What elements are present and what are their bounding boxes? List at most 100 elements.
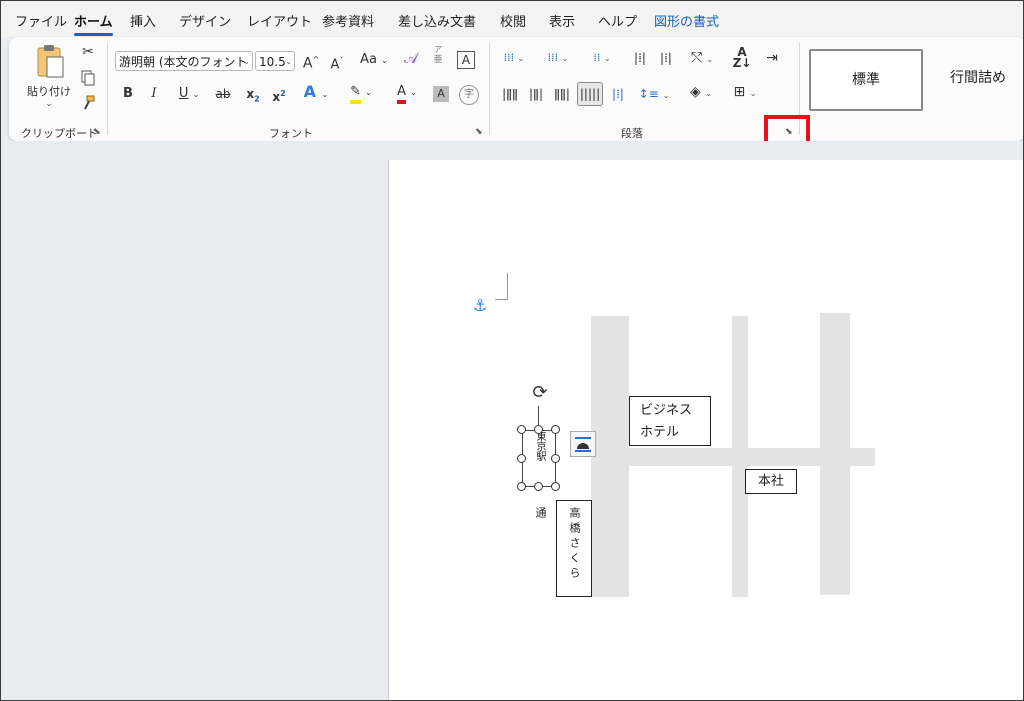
tab-view[interactable]: 表示 — [549, 11, 575, 30]
resize-handle[interactable] — [551, 482, 560, 491]
layout-options-icon — [575, 437, 591, 452]
paste-button[interactable]: 貼り付け ⌄ — [27, 43, 71, 113]
show-marks-icon[interactable]: ⇥ — [761, 49, 783, 67]
strikethrough-button[interactable]: ab — [213, 85, 233, 103]
phonetic-guide-button[interactable]: ア 亜 — [429, 45, 447, 65]
paste-label: 貼り付け — [27, 85, 71, 98]
phonetic-top: ア — [434, 45, 442, 54]
font-size-combo[interactable]: 10.5 ⌄ — [255, 51, 295, 71]
change-case-button[interactable]: Aa ⌄ — [357, 51, 391, 70]
text-effects-button[interactable]: A ⌄ — [299, 83, 333, 104]
font-color-button[interactable]: A ⌄ — [389, 83, 425, 104]
tab-shape-format[interactable]: 図形の書式 — [654, 11, 719, 30]
character-border-button[interactable]: A — [457, 51, 475, 69]
tab-home[interactable]: ホーム — [74, 11, 113, 36]
separator — [489, 43, 490, 135]
align-center-icon[interactable]: |ǁ| — [525, 85, 547, 103]
street-text: 高橋さくら通 — [534, 507, 581, 582]
bold-label: B — [123, 86, 133, 101]
format-painter-icon[interactable] — [79, 95, 97, 115]
layout-options-button[interactable] — [570, 431, 596, 457]
street-label[interactable]: 高橋さくら通 — [534, 500, 592, 597]
tab-references[interactable]: 参考資料 — [322, 11, 374, 30]
anchor-icon: ⚓ — [473, 296, 488, 315]
document-page[interactable]: ⚓ ビジネス ホテル 本社 高橋さくら通 東京駅 ⟳ — [388, 160, 1023, 700]
copy-icon[interactable] — [79, 70, 97, 90]
style-no-spacing[interactable]: 行間詰め — [931, 49, 1023, 107]
tab-insert[interactable]: 挿入 — [130, 11, 156, 30]
tab-file[interactable]: ファイル — [15, 11, 67, 30]
align-right-icon[interactable]: ǁǁ| — [551, 85, 573, 103]
tab-review[interactable]: 校閲 — [500, 11, 526, 30]
hotel-label-line1: ビジネス — [640, 403, 693, 418]
resize-handle[interactable] — [517, 482, 526, 491]
multilevel-list-icon[interactable]: ⁞⁞ ⌄ — [585, 49, 619, 68]
tab-help[interactable]: ヘルプ — [598, 11, 637, 30]
chevron-down-icon[interactable]: ⌄ — [243, 52, 250, 70]
paragraph-shading-icon[interactable]: ◈ ⌄ — [683, 83, 719, 103]
clear-format-icon[interactable]: 𝒜 — [401, 49, 421, 67]
italic-label: I — [151, 86, 157, 101]
bold-button[interactable]: B — [121, 85, 135, 103]
rotate-handle-icon[interactable]: ⟳ — [529, 382, 551, 404]
tab-mailings[interactable]: 差し込み文書 — [398, 11, 476, 30]
hotel-label-line2: ホテル — [640, 425, 680, 440]
tab-layout[interactable]: レイアウト — [247, 11, 312, 30]
resize-handle[interactable] — [534, 425, 543, 434]
font-name-combo[interactable]: 游明朝 (本文のフォント ⌄ — [115, 51, 253, 71]
style-normal-label: 標準 — [852, 72, 880, 88]
chevron-down-icon[interactable]: ⌄ — [285, 52, 292, 70]
increase-indent-icon[interactable]: |⁞| — [655, 49, 677, 67]
hotel-label[interactable]: ビジネス ホテル — [629, 396, 711, 446]
resize-handle[interactable] — [534, 482, 543, 491]
ribbon: 貼り付け ⌄ ✂ クリップボード ⬊ 游明朝 (本文のフォント ⌄ 10.5 ⌄… — [9, 37, 1023, 141]
highlight-button[interactable]: ✎ ⌄ — [343, 83, 379, 104]
text-direction-icon[interactable]: ⤲ ⌄ — [685, 49, 719, 69]
grow-font-label: A — [302, 55, 313, 72]
character-shading-label: A — [437, 87, 445, 100]
change-case-label: Aa — [360, 52, 377, 67]
subscript-label: x — [246, 87, 255, 101]
underline-button[interactable]: U ⌄ — [173, 85, 205, 104]
enclose-characters-button[interactable]: 字 — [459, 85, 479, 105]
font-size-value: 10.5 — [259, 55, 286, 69]
font-launcher-icon[interactable]: ⬊ — [475, 127, 485, 137]
shrink-font-button[interactable]: Aˇ — [327, 52, 347, 74]
resize-handle[interactable] — [517, 454, 526, 463]
resize-handle[interactable] — [551, 454, 560, 463]
head-office-text: 本社 — [757, 474, 784, 489]
clipboard-launcher-icon[interactable]: ⬊ — [93, 127, 103, 137]
head-office-label[interactable]: 本社 — [745, 469, 797, 494]
highlighter-icon: ✎ — [350, 84, 362, 104]
borders-icon[interactable]: ⊞ ⌄ — [727, 83, 763, 103]
align-left-icon[interactable]: |ǁǁ — [499, 85, 521, 103]
decrease-indent-icon[interactable]: |⁞| — [629, 49, 651, 67]
cut-icon[interactable]: ✂ — [79, 43, 97, 63]
style-normal[interactable]: 標準 — [809, 49, 923, 111]
character-shading-button[interactable]: A — [433, 86, 449, 102]
tab-design[interactable]: デザイン — [179, 11, 231, 30]
superscript-label: x — [272, 90, 281, 104]
justify-icon[interactable]: ||||| — [577, 82, 603, 106]
clipboard-group-label: クリップボード — [21, 127, 98, 140]
resize-handle[interactable] — [517, 425, 526, 434]
station-text: 東京駅 — [534, 431, 545, 461]
word-window: ファイル ホーム 挿入 デザイン レイアウト 参考資料 差し込み文書 校閲 表示… — [0, 0, 1024, 701]
distribute-icon[interactable]: |⁞| — [607, 85, 629, 103]
style-no-spacing-label: 行間詰め — [950, 70, 1006, 86]
grow-font-button[interactable]: A^ — [301, 51, 321, 73]
resize-handle[interactable] — [551, 425, 560, 434]
numbering-icon[interactable]: ⁞⁞⁞ ⌄ — [541, 49, 575, 68]
bullets-icon[interactable]: ⁞⁞⁞ ⌄ — [499, 49, 529, 68]
line-spacing-icon[interactable]: ↕≡ ⌄ — [637, 85, 671, 105]
underline-label: U — [178, 86, 189, 101]
sort-icon[interactable]: A Z↓ — [731, 46, 753, 69]
subscript-button[interactable]: x2 — [245, 85, 261, 108]
character-border-label: A — [461, 53, 471, 67]
italic-button[interactable]: I — [147, 85, 161, 103]
superscript-button[interactable]: x2 — [271, 85, 287, 106]
chevron-down-icon[interactable]: ⌄ — [27, 99, 71, 109]
strikethrough-label: ab — [215, 87, 231, 101]
font-name-value: 游明朝 (本文のフォント — [119, 55, 248, 69]
paragraph-group-label: 段落 — [621, 127, 643, 140]
